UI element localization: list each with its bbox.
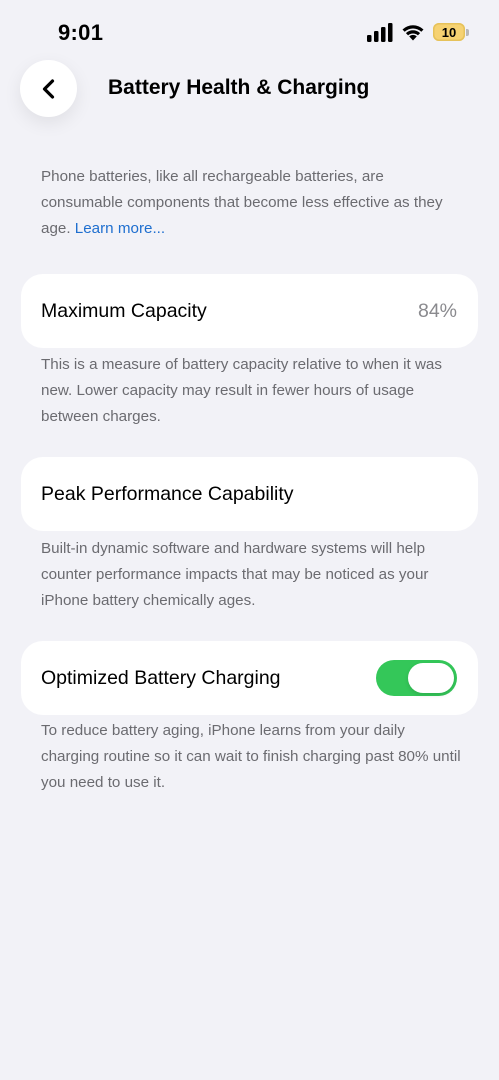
peak-performance-row[interactable]: Peak Performance Capability	[21, 457, 478, 531]
maximum-capacity-row: Maximum Capacity 84%	[21, 274, 478, 348]
battery-health-screen: 9:01 10 Battery Health & Charging Phone …	[0, 0, 499, 1080]
page-title: Battery Health & Charging	[108, 76, 370, 99]
battery-level: 10	[433, 23, 465, 41]
learn-more-link[interactable]: Learn more...	[75, 220, 165, 237]
peak-performance-label: Peak Performance Capability	[41, 482, 294, 505]
maximum-capacity-label: Maximum Capacity	[41, 299, 207, 322]
back-button[interactable]	[20, 60, 77, 117]
maximum-capacity-footnote: This is a measure of battery capacity re…	[41, 356, 442, 425]
optimized-charging-toggle[interactable]	[376, 660, 457, 696]
status-bar: 9:01 10	[0, 0, 499, 60]
battery-cap	[466, 28, 469, 36]
cellular-signal-icon	[367, 23, 393, 42]
optimized-charging-label: Optimized Battery Charging	[41, 666, 281, 689]
status-icons: 10	[367, 22, 469, 42]
intro-text: Phone batteries, like all rechargeable b…	[41, 164, 466, 242]
wifi-icon	[402, 25, 424, 41]
optimized-charging-row: Optimized Battery Charging	[21, 641, 478, 715]
battery-icon: 10	[433, 22, 469, 42]
toggle-knob	[408, 663, 454, 693]
peak-performance-footnote: Built-in dynamic software and hardware s…	[41, 540, 429, 609]
status-time: 9:01	[58, 20, 104, 45]
optimized-charging-footnote: To reduce battery aging, iPhone learns f…	[41, 722, 461, 791]
maximum-capacity-value: 84%	[417, 299, 457, 322]
chevron-left-icon	[42, 78, 54, 99]
